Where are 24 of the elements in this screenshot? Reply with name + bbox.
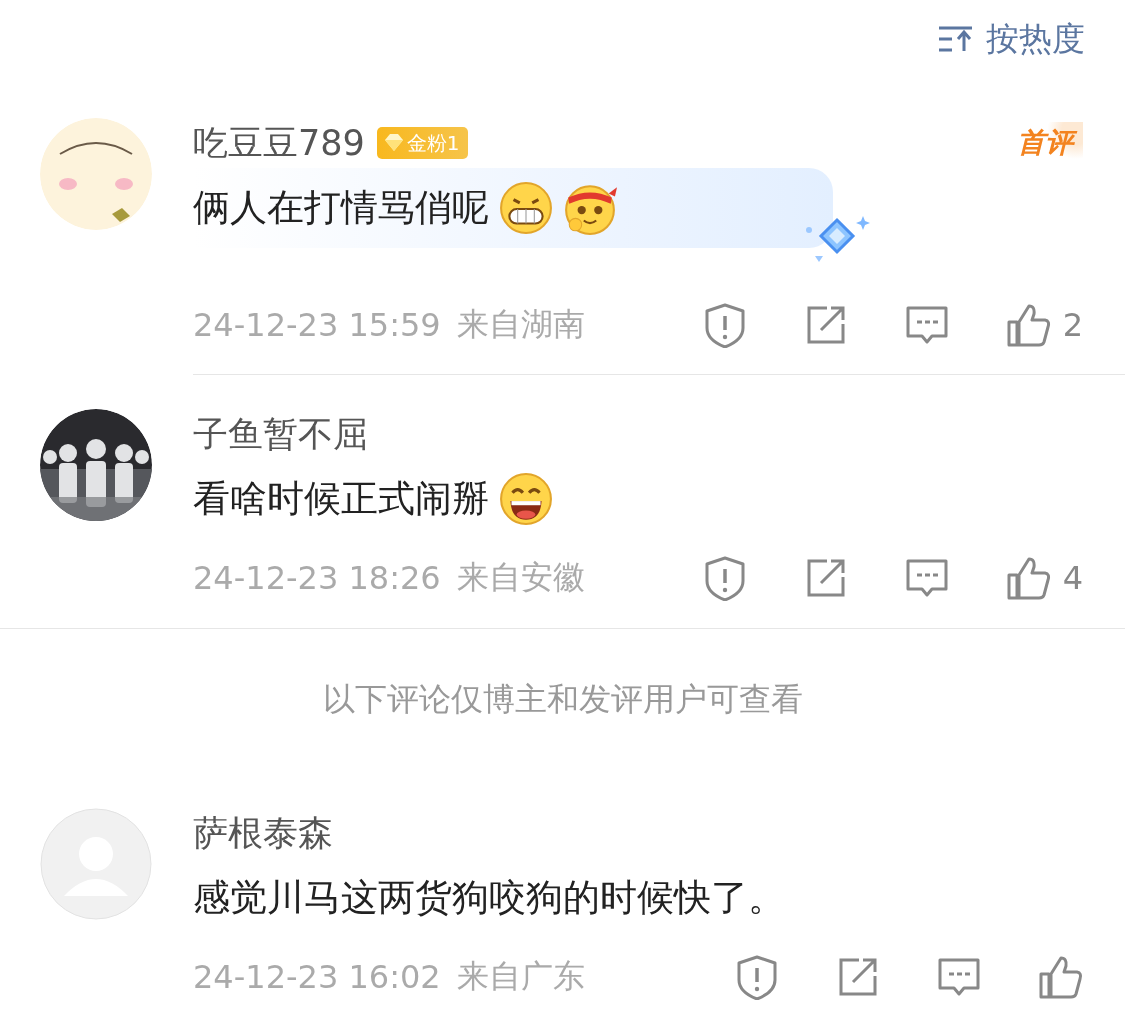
- gem-icon: [382, 133, 405, 153]
- like-button[interactable]: 2: [1004, 302, 1083, 348]
- location-text: 来自湖南: [456, 304, 585, 345]
- emoji-icon: [499, 181, 553, 235]
- comment-text: 感觉川马这两货狗咬狗的时候快了。: [193, 875, 785, 921]
- sort-icon: [938, 25, 974, 53]
- location-text: 来自广东: [456, 956, 585, 997]
- emoji-icon: [499, 472, 553, 526]
- avatar[interactable]: [40, 118, 152, 230]
- like-button[interactable]: [1037, 954, 1083, 1000]
- notice-text: 以下评论仅博主和发评用户可查看: [321, 678, 804, 720]
- username[interactable]: 子鱼暂不屈: [193, 410, 368, 458]
- timestamp: 24-12-23 18:26: [193, 559, 441, 597]
- username[interactable]: 吃豆豆789: [193, 119, 365, 167]
- location-text: 来自安徽: [456, 557, 585, 598]
- like-button[interactable]: 4: [1004, 555, 1083, 601]
- comment-text: 看啥时候正式闹掰: [193, 476, 489, 522]
- username[interactable]: 萨根泰森: [193, 809, 333, 857]
- sort-button[interactable]: 按热度: [938, 16, 1085, 62]
- timestamp: 24-12-23 16:02: [193, 958, 441, 996]
- thumbs-up-icon: [1037, 954, 1083, 1000]
- comment-text: 俩人在打情骂俏呢: [193, 185, 489, 231]
- timestamp: 24-12-23 15:59: [193, 306, 441, 344]
- badge-label: 金粉1: [406, 129, 460, 157]
